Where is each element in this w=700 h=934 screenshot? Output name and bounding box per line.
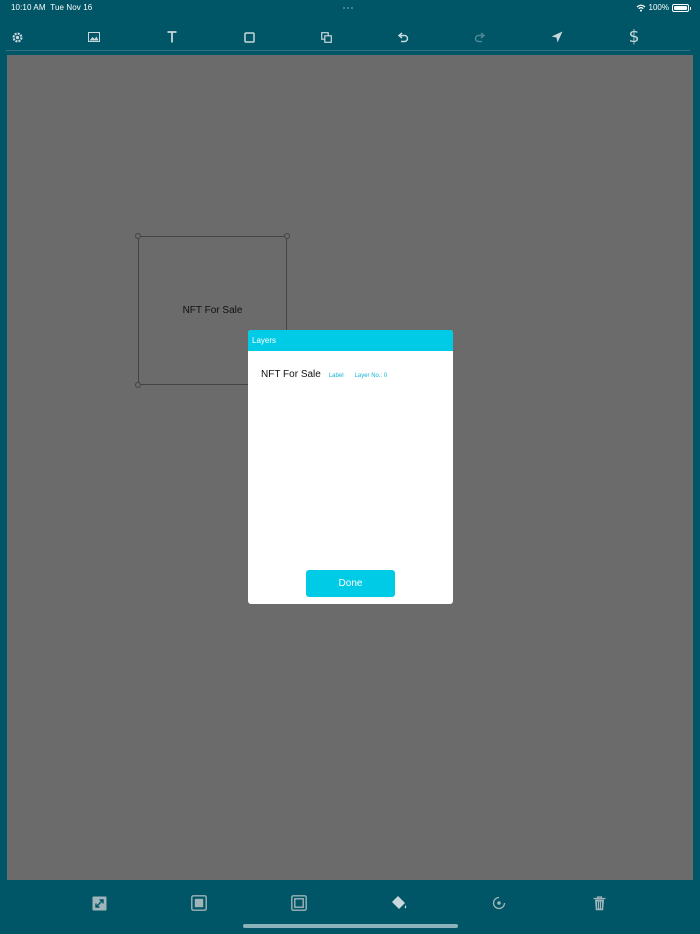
status-time: 10:10 AM Tue Nov 16 <box>11 3 92 12</box>
resize-handle-top-right[interactable] <box>284 233 290 239</box>
toolbar-divider <box>6 50 690 51</box>
layer-number: Layer No.: 0 <box>354 373 388 379</box>
text-element-label: NFT For Sale <box>182 305 243 316</box>
gear-icon[interactable] <box>6 24 28 50</box>
layers-dialog: Layers NFT For Sale Label Layer No.: 0 D… <box>248 330 453 604</box>
home-indicator[interactable] <box>243 924 458 928</box>
fill-color-icon[interactable] <box>388 892 410 914</box>
battery-percent: 100% <box>648 3 669 12</box>
image-icon[interactable] <box>83 24 105 50</box>
send-icon[interactable] <box>546 24 568 50</box>
duplicate-icon[interactable] <box>315 24 337 50</box>
shape-icon[interactable] <box>238 24 260 50</box>
done-button[interactable]: Done <box>306 570 395 597</box>
bring-forward-icon[interactable] <box>188 892 210 914</box>
layers-dialog-title: Layers <box>248 330 453 351</box>
layer-name: NFT For Sale <box>261 369 321 380</box>
layer-type: Label <box>328 373 344 379</box>
resize-icon[interactable] <box>88 892 110 914</box>
top-toolbar: $ <box>0 24 700 50</box>
trash-icon[interactable] <box>588 892 610 914</box>
resize-handle-bottom-left[interactable] <box>135 382 141 388</box>
wifi-icon <box>636 4 645 12</box>
status-bar: 10:10 AM Tue Nov 16 100% <box>0 0 700 16</box>
status-clock: 10:10 AM <box>11 3 46 12</box>
status-right: 100% <box>636 3 669 12</box>
redo-icon[interactable] <box>469 24 491 50</box>
resize-handle-top-left[interactable] <box>135 233 141 239</box>
rotate-icon[interactable] <box>488 892 510 914</box>
battery-icon <box>672 4 691 12</box>
layer-row[interactable]: NFT For Sale Label Layer No.: 0 <box>261 369 387 380</box>
status-date: Tue Nov 16 <box>50 3 93 12</box>
undo-icon[interactable] <box>392 24 414 50</box>
multitask-grabber[interactable] <box>343 7 359 10</box>
text-icon[interactable] <box>161 24 183 50</box>
send-backward-icon[interactable] <box>288 892 310 914</box>
dollar-icon[interactable]: $ <box>623 24 645 50</box>
